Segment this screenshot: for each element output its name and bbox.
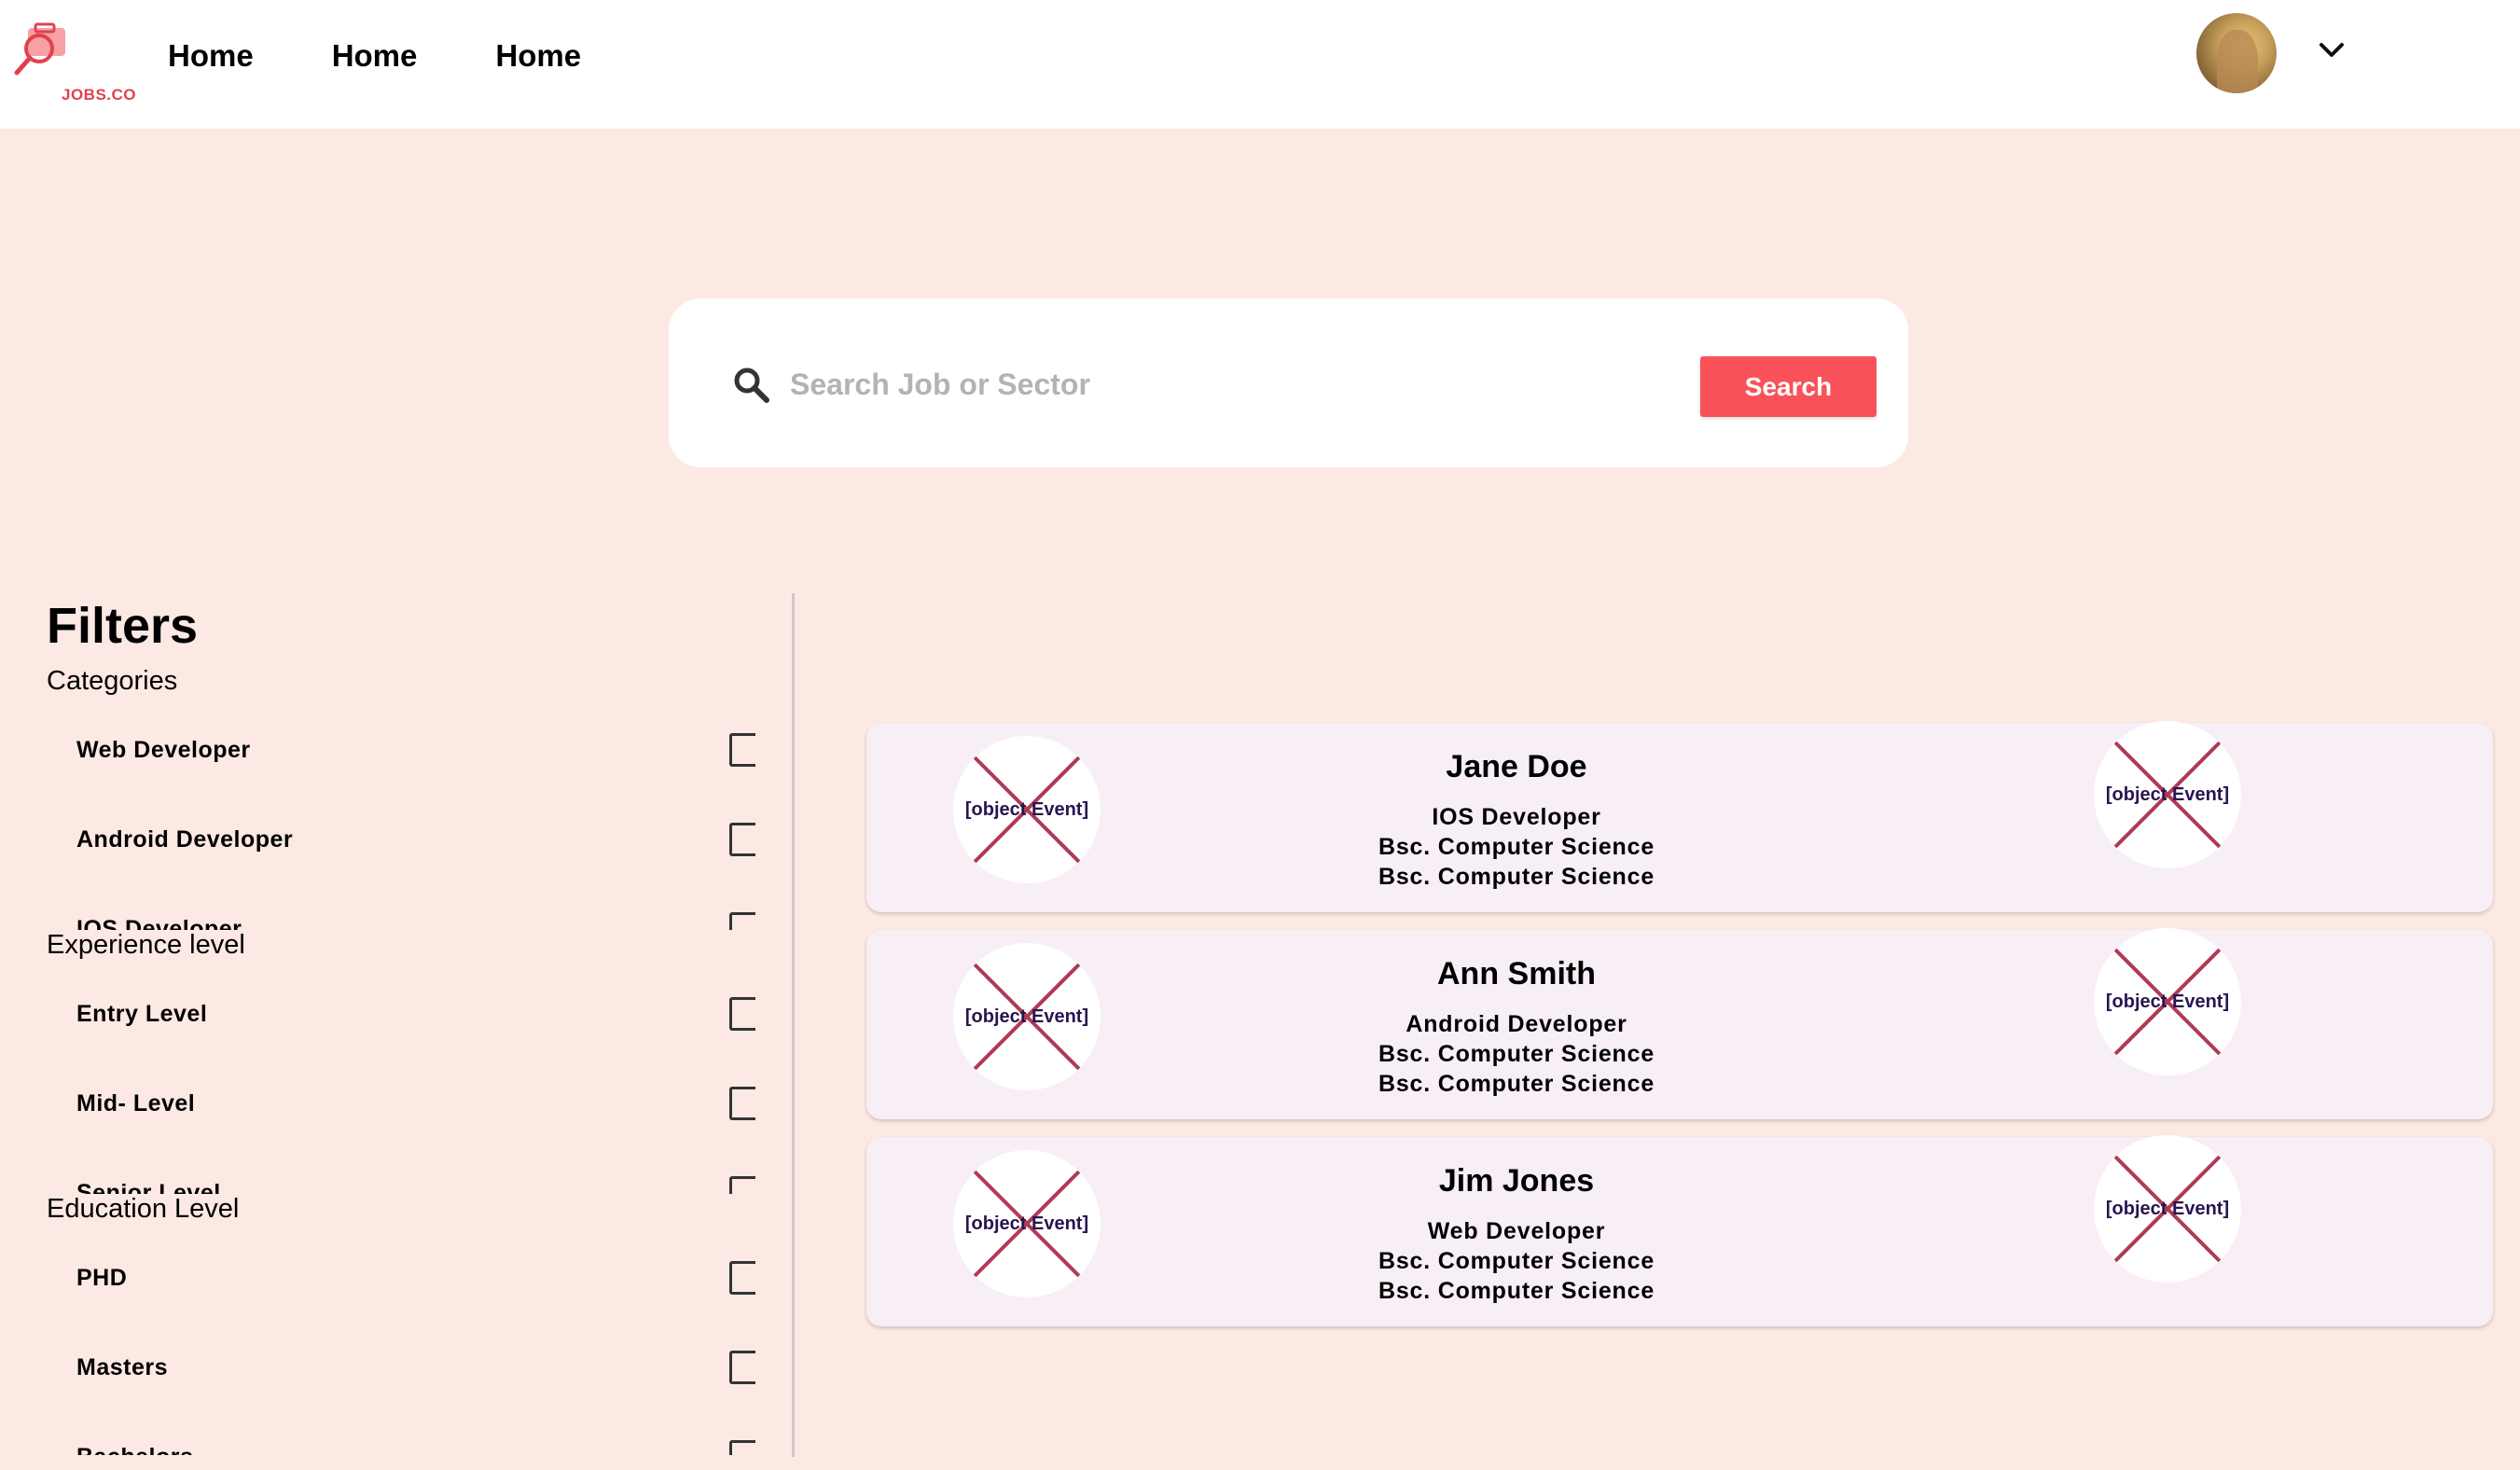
candidate-card[interactable]: [object Event] Ann Smith Android Develop… bbox=[866, 928, 2493, 1119]
nav-home-1[interactable]: Home bbox=[168, 34, 254, 78]
filter-checkbox[interactable] bbox=[729, 997, 755, 1031]
candidate-education: Bsc. Computer Science bbox=[1378, 864, 1655, 890]
filter-option[interactable]: Entry Level bbox=[76, 990, 755, 1046]
broken-image-icon: [object Event] bbox=[2094, 928, 2241, 1075]
jobs-co-logo[interactable]: JOBS.CO bbox=[13, 22, 136, 104]
filter-group-title: Categories bbox=[47, 666, 178, 696]
filter-group-categories: Categories Web Developer Android Develop… bbox=[47, 666, 755, 930]
candidate-info: Jim Jones Web Developer Bsc. Computer Sc… bbox=[866, 1163, 2167, 1306]
user-avatar[interactable] bbox=[2196, 13, 2277, 93]
candidate-education: Bsc. Computer Science bbox=[1378, 1041, 1655, 1067]
filter-group-title: Experience level bbox=[47, 930, 245, 960]
filter-checkbox[interactable] bbox=[729, 733, 755, 767]
filter-checkbox[interactable] bbox=[729, 1087, 755, 1120]
nav-home-3[interactable]: Home bbox=[495, 34, 581, 78]
broken-image-icon: [object Event] bbox=[2094, 1135, 2241, 1283]
filter-option[interactable]: Masters bbox=[76, 1343, 755, 1399]
main-nav: Home Home Home bbox=[168, 34, 659, 78]
briefcase-magnifier-icon bbox=[14, 22, 65, 76]
top-nav-bar: JOBS.CO Home Home Home bbox=[0, 0, 2520, 129]
search-button[interactable]: Search bbox=[1700, 356, 1876, 417]
candidate-education: Bsc. Computer Science bbox=[1378, 834, 1655, 860]
candidate-role: Android Developer bbox=[1405, 1011, 1627, 1037]
broken-image-text: [object Event] bbox=[2105, 1198, 2230, 1219]
filter-option-label: Masters bbox=[76, 1354, 168, 1380]
filter-option[interactable]: PHD bbox=[76, 1254, 755, 1310]
chevron-down-icon[interactable] bbox=[2317, 39, 2347, 62]
candidate-card[interactable]: [object Event] Jane Doe IOS Developer Bs… bbox=[866, 721, 2493, 912]
filter-checkbox[interactable] bbox=[729, 823, 755, 856]
filter-option[interactable]: Mid- Level bbox=[76, 1079, 755, 1135]
filter-group-experience: Experience level Entry Level Mid- Level … bbox=[47, 930, 755, 1194]
filter-option[interactable]: Web Developer bbox=[76, 726, 755, 782]
broken-image-text: [object Event] bbox=[2105, 991, 2230, 1012]
candidate-role: Web Developer bbox=[1427, 1218, 1606, 1244]
filter-option[interactable]: Bachelors bbox=[76, 1433, 755, 1455]
filter-option[interactable]: Android Developer bbox=[76, 815, 755, 871]
candidate-education: Bsc. Computer Science bbox=[1378, 1278, 1655, 1304]
search-bar: Search bbox=[669, 298, 1908, 467]
filter-option[interactable]: IOS Developer bbox=[76, 905, 755, 930]
search-input[interactable] bbox=[788, 356, 1613, 412]
filter-option-label: Android Developer bbox=[76, 826, 294, 853]
filter-checkbox[interactable] bbox=[729, 1176, 755, 1194]
filter-option-label: Bachelors bbox=[76, 1444, 193, 1455]
filter-option-label: PHD bbox=[76, 1265, 128, 1291]
broken-image-icon: [object Event] bbox=[2094, 721, 2241, 868]
candidate-education: Bsc. Computer Science bbox=[1378, 1248, 1655, 1274]
filters-panel: Filters Categories Web Developer Android… bbox=[47, 597, 755, 1455]
candidate-card[interactable]: [object Event] Jim Jones Web Developer B… bbox=[866, 1135, 2493, 1326]
panel-divider bbox=[792, 593, 795, 1457]
filter-option-label: IOS Developer bbox=[76, 916, 242, 930]
filter-checkbox[interactable] bbox=[729, 1261, 755, 1295]
candidate-education: Bsc. Computer Science bbox=[1378, 1071, 1655, 1097]
filter-group-title: Education Level bbox=[47, 1194, 240, 1224]
filters-title: Filters bbox=[47, 598, 199, 654]
filter-option-label: Entry Level bbox=[76, 1001, 208, 1027]
filter-option-label: Web Developer bbox=[76, 737, 251, 763]
filter-checkbox[interactable] bbox=[729, 1440, 755, 1455]
filter-checkbox[interactable] bbox=[729, 912, 755, 930]
search-icon bbox=[734, 368, 769, 403]
filter-checkbox[interactable] bbox=[729, 1351, 755, 1384]
nav-home-2[interactable]: Home bbox=[332, 34, 418, 78]
broken-image-text: [object Event] bbox=[2105, 784, 2230, 805]
candidate-name: Ann Smith bbox=[1437, 956, 1596, 992]
logo-text: JOBS.CO bbox=[62, 86, 137, 104]
filter-group-education: Education Level PHD Masters Bachelors bbox=[47, 1194, 755, 1455]
filter-option[interactable]: Senior Level bbox=[76, 1169, 755, 1194]
candidate-name: Jim Jones bbox=[1438, 1163, 1595, 1199]
candidate-role: IOS Developer bbox=[1432, 804, 1601, 830]
candidate-name: Jane Doe bbox=[1446, 749, 1587, 784]
candidate-info: Jane Doe IOS Developer Bsc. Computer Sci… bbox=[866, 749, 2167, 892]
candidate-info: Ann Smith Android Developer Bsc. Compute… bbox=[866, 956, 2167, 1099]
filter-option-label: Mid- Level bbox=[76, 1090, 196, 1116]
filter-option-label: Senior Level bbox=[76, 1180, 221, 1194]
